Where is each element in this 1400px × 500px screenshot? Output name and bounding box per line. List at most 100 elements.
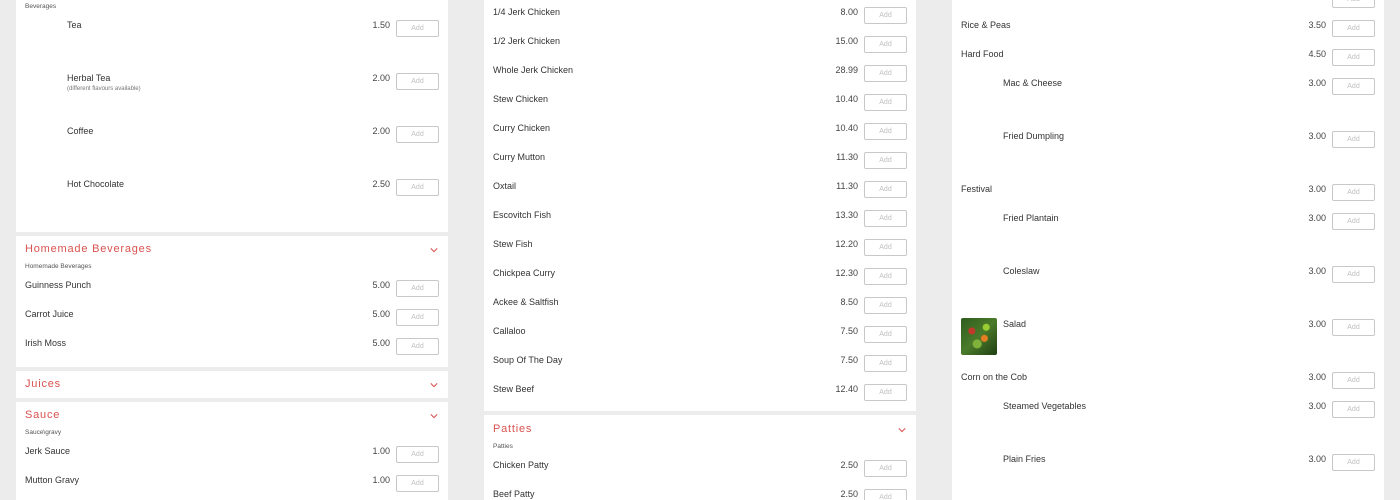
item-name: 1/4 Jerk Chicken <box>493 7 561 17</box>
add-button[interactable]: Add <box>1332 78 1375 95</box>
item-price: 1.00 <box>372 475 390 485</box>
add-button[interactable]: Add <box>1332 319 1375 336</box>
menu-item: Stew Beef 12.40 Add <box>484 384 916 406</box>
menu-item: Jerk Sauce 1.00 Add <box>16 446 448 468</box>
add-button[interactable]: Add <box>1332 266 1375 283</box>
item-price: 3.50 <box>1308 20 1326 30</box>
item-name: Fried Plantain <box>1003 213 1059 223</box>
item-name: Stew Fish <box>493 239 533 249</box>
add-button[interactable]: Add <box>864 94 907 111</box>
add-button[interactable]: Add <box>864 460 907 477</box>
add-button[interactable]: Add <box>1332 0 1375 8</box>
menu-item: Curry Mutton 11.30 Add <box>484 152 916 174</box>
item-price: 5.00 <box>372 338 390 348</box>
menu-item: Rice & Peas 3.50 Add <box>952 20 1384 42</box>
item-name: Callaloo <box>493 326 526 336</box>
add-button[interactable]: Add <box>1332 20 1375 37</box>
add-button[interactable]: Add <box>864 297 907 314</box>
item-price: 13.30 <box>835 210 858 220</box>
add-button[interactable]: Add <box>864 36 907 53</box>
section-subtitle: Homemade Beverages <box>25 263 92 270</box>
menu-item: Ackee & Saltfish 8.50 Add <box>484 297 916 319</box>
add-button[interactable]: Add <box>396 126 439 143</box>
item-name: Corn on the Cob <box>961 372 1028 382</box>
menu-item: 1/2 Jerk Chicken 15.00 Add <box>484 36 916 58</box>
chevron-down-icon[interactable] <box>430 246 438 254</box>
section-subtitle: Sauce\gravy <box>25 429 62 436</box>
add-button[interactable]: Add <box>396 309 439 326</box>
menu-item: Chicken Patty 2.50 Add <box>484 460 916 482</box>
section-title[interactable]: Patties <box>493 423 532 435</box>
add-button[interactable]: Add <box>396 338 439 355</box>
item-price: 1.50 <box>372 20 390 30</box>
add-button[interactable]: Add <box>1332 372 1375 389</box>
item-name: Carrot Juice <box>25 309 74 319</box>
menu-item: Beef Patty 2.50 Add <box>484 489 916 500</box>
section-title[interactable]: Juices <box>25 378 61 390</box>
add-button[interactable]: Add <box>396 20 439 37</box>
add-button[interactable]: Add <box>1332 213 1375 230</box>
add-button[interactable]: Add <box>1332 49 1375 66</box>
juices-panel[interactable]: Juices <box>16 371 448 398</box>
add-button[interactable]: Add <box>396 179 439 196</box>
add-button[interactable]: Add <box>864 181 907 198</box>
patties-panel: Patties Patties Chicken Patty 2.50 Add Bee… <box>484 415 916 500</box>
item-price: 2.00 <box>372 126 390 136</box>
item-name: Ackee & Saltfish <box>493 297 559 307</box>
add-button[interactable]: Add <box>864 7 907 24</box>
add-button[interactable]: Add <box>396 280 439 297</box>
item-name: Curry Mutton <box>493 152 546 162</box>
menu-column-left: Beverages Tea 1.50 Add Herbal Tea (diffe… <box>16 0 448 500</box>
menu-item: Curry Chicken 10.40 Add <box>484 123 916 145</box>
item-name: Coffee <box>67 126 94 136</box>
add-button[interactable]: Add <box>1332 454 1375 471</box>
add-button[interactable]: Add <box>864 210 907 227</box>
add-button[interactable]: Add <box>1332 131 1375 148</box>
item-price: 12.20 <box>835 239 858 249</box>
add-button[interactable]: Add <box>864 123 907 140</box>
item-price: 3.00 <box>1308 372 1326 382</box>
section-title[interactable]: Sauce <box>25 409 60 421</box>
item-name: Plain Fries <box>1003 454 1046 464</box>
add-button[interactable]: Add <box>396 475 439 492</box>
menu-item: Corn on the Cob 3.00 Add <box>952 372 1384 394</box>
item-price: 4.50 <box>1308 49 1326 59</box>
menu-item: Mutton Gravy 1.00 Add <box>16 475 448 497</box>
chevron-down-icon[interactable] <box>430 412 438 420</box>
item-name: Oxtail <box>493 181 517 191</box>
add-button[interactable]: Add <box>864 239 907 256</box>
menu-item: Guinness Punch 5.00 Add <box>16 280 448 302</box>
item-name: Festival <box>961 184 993 194</box>
menu-item: Stew Fish 12.20 Add <box>484 239 916 261</box>
mains-panel: 1/4 Jerk Chicken 8.00 Add 1/2 Jerk Chicken… <box>484 0 916 411</box>
salad-image <box>961 318 997 355</box>
add-button[interactable]: Add <box>396 446 439 463</box>
item-price: 3.00 <box>1308 184 1326 194</box>
add-button[interactable]: Add <box>1332 184 1375 201</box>
add-button[interactable]: Add <box>1332 401 1375 418</box>
menu-item: Irish Moss 5.00 Add <box>16 338 448 360</box>
add-button[interactable]: Add <box>864 65 907 82</box>
item-name: Tea <box>67 20 82 30</box>
item-name: Irish Moss <box>25 338 67 348</box>
menu-item: Carrot Juice 5.00 Add <box>16 309 448 331</box>
add-button[interactable]: Add <box>864 489 907 500</box>
add-button[interactable]: Add <box>864 326 907 343</box>
add-button[interactable]: Add <box>864 152 907 169</box>
item-price: 3.00 <box>1308 454 1326 464</box>
item-name: Herbal Tea <box>67 73 111 83</box>
add-button[interactable]: Add <box>864 355 907 372</box>
section-title[interactable]: Homemade Beverages <box>25 243 152 255</box>
chevron-down-icon[interactable] <box>898 426 906 434</box>
item-name: Salad <box>1003 319 1027 329</box>
add-button[interactable]: Add <box>396 73 439 90</box>
item-price: 10.40 <box>835 123 858 133</box>
item-name: Jerk Sauce <box>25 446 71 456</box>
add-button[interactable]: Add <box>864 268 907 285</box>
section-subtitle: Patties <box>493 443 513 450</box>
sides-panel: Add Rice & Peas3.50Add Hard Food4.50Add … <box>952 0 1384 500</box>
item-price: 2.50 <box>372 179 390 189</box>
add-button[interactable]: Add <box>864 384 907 401</box>
chevron-down-icon[interactable] <box>430 381 438 389</box>
item-price: 3.00 <box>1308 78 1326 88</box>
